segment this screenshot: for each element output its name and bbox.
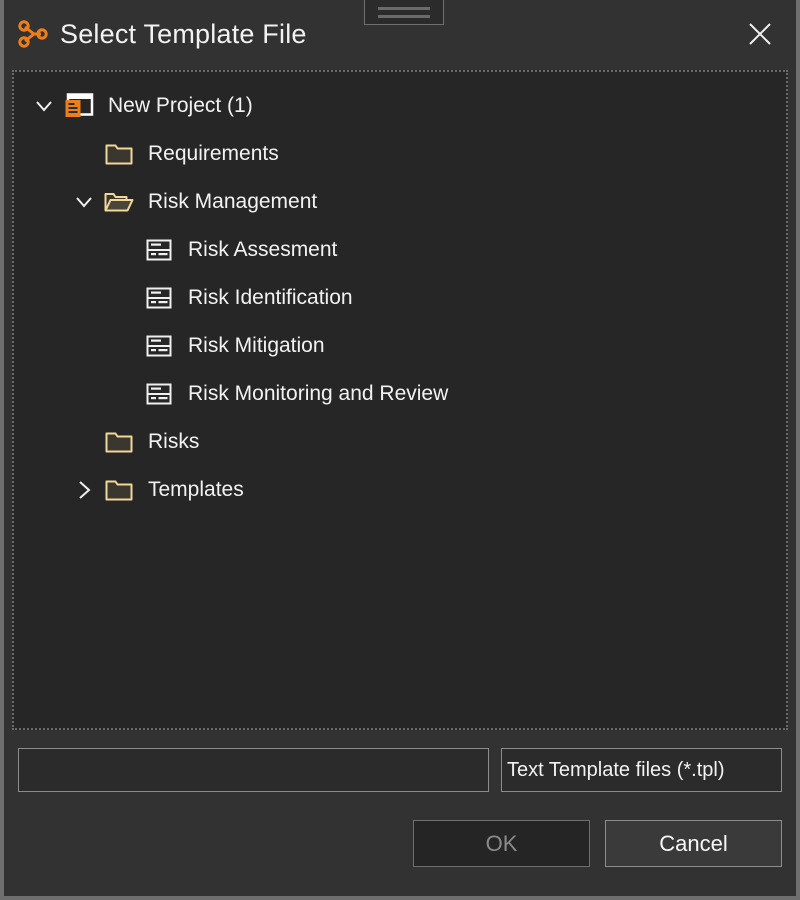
tree-item-label: Risks bbox=[148, 430, 200, 453]
chevron-down-icon[interactable] bbox=[64, 182, 104, 222]
chevron-right-icon[interactable] bbox=[64, 470, 104, 510]
template-tree[interactable]: New Project (1) Requirements Risk Manageme… bbox=[12, 70, 788, 730]
select-template-file-dialog: Select Template File New Project (1) Requ… bbox=[4, 0, 796, 896]
close-icon bbox=[749, 23, 771, 45]
tree-item[interactable]: Risk Mitigation bbox=[14, 322, 786, 370]
ok-button-label: OK bbox=[485, 830, 518, 856]
table-file-icon bbox=[144, 235, 174, 265]
tree-item[interactable]: Risk Identification bbox=[14, 274, 786, 322]
project-icon bbox=[64, 91, 94, 121]
tree-item[interactable]: Risks bbox=[14, 418, 786, 466]
tree-item-label: Templates bbox=[148, 478, 244, 501]
table-file-icon bbox=[144, 331, 174, 361]
cancel-button[interactable]: Cancel bbox=[605, 820, 782, 867]
tree-item-label: Risk Management bbox=[148, 190, 318, 213]
tree-item-label: Requirements bbox=[148, 142, 279, 165]
table-file-icon bbox=[144, 379, 174, 409]
cancel-button-label: Cancel bbox=[659, 830, 728, 856]
folder-closed-icon bbox=[104, 139, 134, 169]
dialog-footer: Text Template files (*.tpl) OK Cancel bbox=[4, 730, 796, 896]
tree-item[interactable]: Templates bbox=[14, 466, 786, 514]
file-type-filter-combo[interactable]: Text Template files (*.tpl) bbox=[501, 748, 782, 792]
close-button[interactable] bbox=[738, 12, 782, 56]
chevron-down-icon[interactable] bbox=[24, 86, 64, 126]
page-title: Select Template File bbox=[60, 18, 307, 49]
dialog-drag-handle[interactable] bbox=[364, 0, 444, 25]
file-field-row: Text Template files (*.tpl) bbox=[18, 748, 782, 792]
folder-open-icon bbox=[104, 187, 134, 217]
tree-item[interactable]: Risk Monitoring and Review bbox=[14, 370, 786, 418]
drag-handle-line bbox=[378, 6, 430, 10]
tree-item-label: Risk Identification bbox=[188, 286, 353, 309]
ok-button[interactable]: OK bbox=[413, 820, 590, 867]
tree-item-label: Risk Assesment bbox=[188, 238, 338, 261]
tree-item[interactable]: New Project (1) bbox=[14, 82, 786, 130]
tree-item[interactable]: Risk Assesment bbox=[14, 226, 786, 274]
drag-handle-line bbox=[378, 14, 430, 18]
tree-item[interactable]: Requirements bbox=[14, 130, 786, 178]
table-file-icon bbox=[144, 283, 174, 313]
folder-closed-icon bbox=[104, 475, 134, 505]
tree-item-label: New Project (1) bbox=[108, 94, 253, 117]
folder-closed-icon bbox=[104, 427, 134, 457]
tree-item-label: Risk Monitoring and Review bbox=[188, 382, 449, 405]
file-type-filter-label: Text Template files (*.tpl) bbox=[507, 758, 725, 781]
filename-input[interactable] bbox=[18, 748, 489, 792]
tree-item-label: Risk Mitigation bbox=[188, 334, 325, 357]
dialog-button-row: OK Cancel bbox=[18, 820, 782, 867]
node-graph-icon bbox=[18, 20, 48, 48]
tree-item[interactable]: Risk Management bbox=[14, 178, 786, 226]
